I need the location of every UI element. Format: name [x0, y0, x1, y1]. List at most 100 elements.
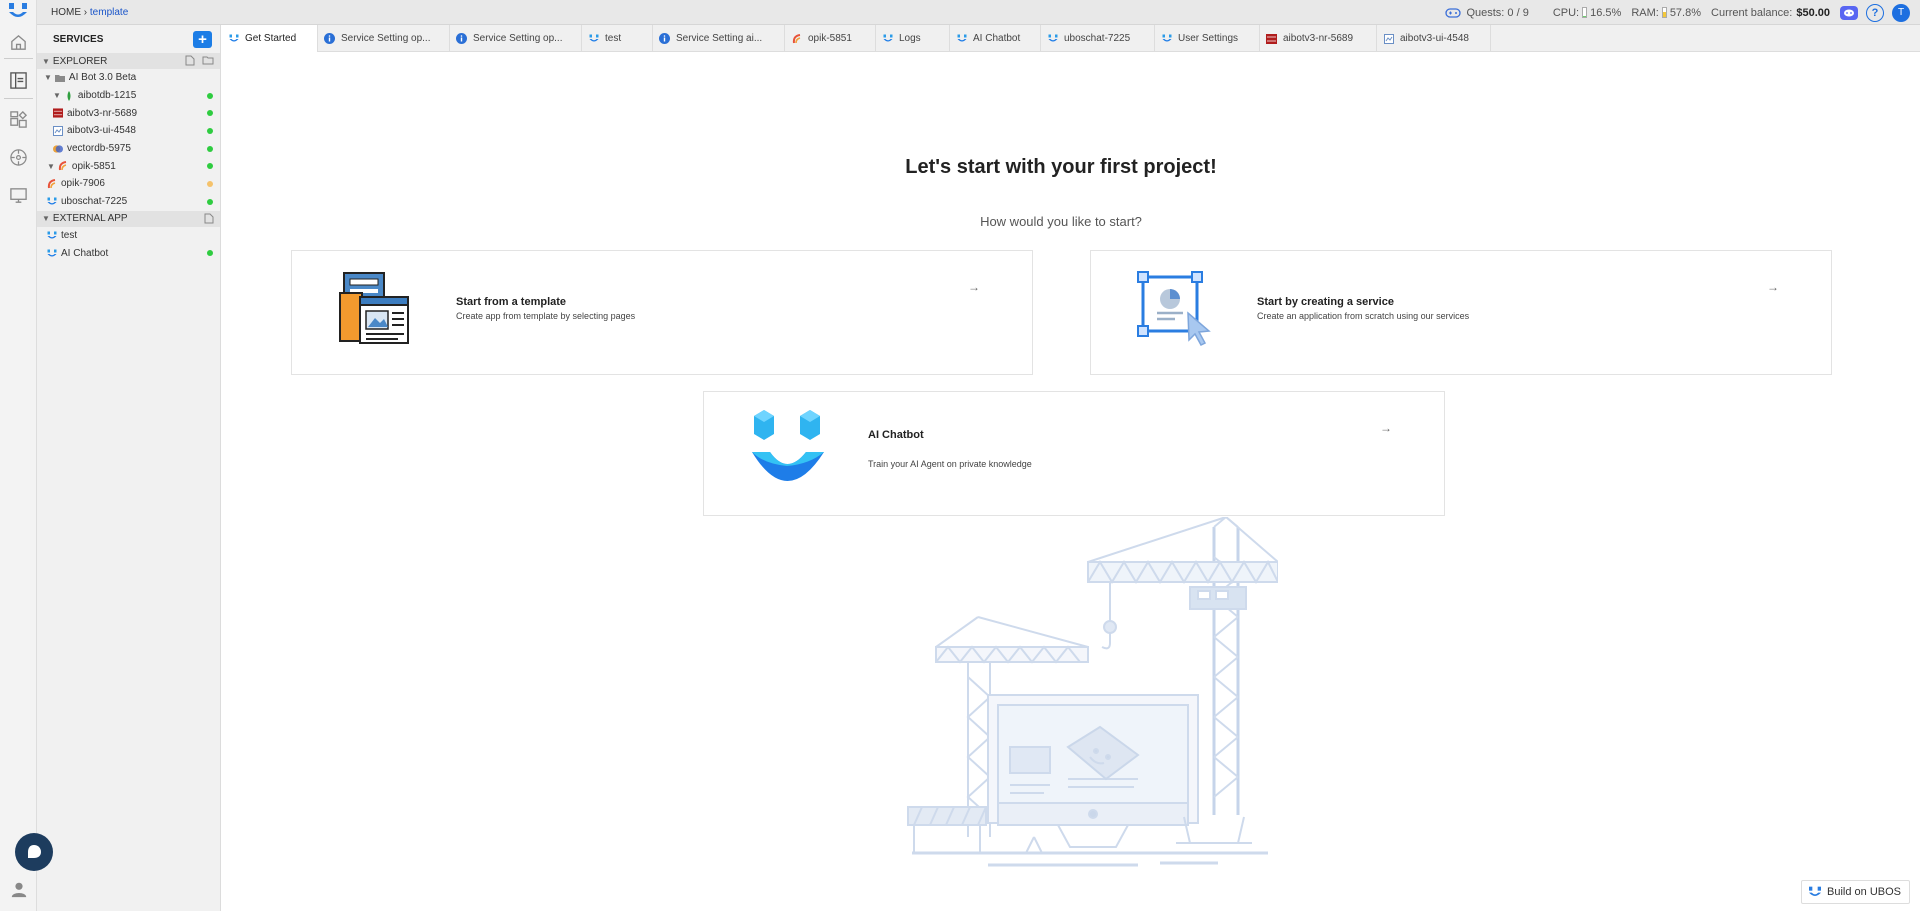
chevron-down-icon: ▼ [53, 91, 61, 101]
avatar[interactable]: T [1892, 3, 1910, 22]
tree-item[interactable]: AI Chatbot [37, 244, 220, 262]
explorer-label: EXPLORER [52, 55, 108, 67]
tab[interactable]: uboschat-7225 [1041, 25, 1155, 52]
external-app-section-header[interactable]: ▼ EXTERNAL APP [37, 210, 220, 227]
tree-item[interactable]: ▼ AI Bot 3.0 Beta [37, 69, 220, 87]
ui-icon [53, 125, 63, 136]
tree-item[interactable]: vectordb-5975 [37, 140, 220, 158]
tree-item[interactable]: opik-7906 [37, 175, 220, 193]
ubos-icon [956, 33, 967, 44]
explorer-section-header[interactable]: ▼ EXPLORER [37, 53, 220, 69]
info-icon [324, 33, 335, 44]
tab[interactable]: Logs [876, 25, 950, 52]
start-from-template-card[interactable]: Start from a template Create app from te… [291, 250, 1033, 375]
new-file-icon[interactable] [204, 213, 214, 224]
ubos-logo-icon[interactable] [8, 2, 28, 20]
tree-item[interactable]: aibotv3-nr-5689 [37, 104, 220, 122]
status-dot [207, 181, 213, 188]
start-by-creating-service-card[interactable]: Start by creating a service Create an ap… [1090, 250, 1832, 375]
template-pages-icon [339, 272, 409, 344]
icon-rail [0, 0, 53, 911]
tree-item-label: aibotdb-1215 [77, 90, 137, 102]
top-bar: HOME › template Quests: 0 / 9 CPU: 16.5%… [37, 0, 1920, 25]
tab[interactable]: Service Setting op... [318, 25, 450, 52]
tab-label: Get Started [245, 33, 297, 44]
tree-item-label: opik-7906 [61, 178, 105, 190]
tab-label: test [605, 33, 622, 44]
balance-indicator: Current balance: $50.00 [1711, 7, 1830, 19]
tree-item[interactable]: test [37, 227, 220, 245]
tab[interactable]: test [582, 25, 653, 52]
sidebar-title: SERVICES [53, 33, 104, 45]
ubos-icon [1047, 33, 1058, 44]
external-app-label: EXTERNAL APP [52, 213, 128, 224]
new-folder-icon[interactable] [202, 55, 214, 65]
opik-icon [791, 33, 802, 44]
cpu-indicator: CPU: 16.5% [1553, 7, 1621, 19]
arrow-right-icon: → [1767, 280, 1779, 294]
tab[interactable]: AI Chatbot [950, 25, 1041, 52]
opik-icon [58, 161, 68, 171]
tab[interactable]: Get Started [222, 25, 318, 52]
tab[interactable]: Service Setting op... [450, 25, 582, 52]
home-icon[interactable] [9, 33, 28, 52]
explorer-icon[interactable] [9, 71, 28, 90]
monitor-icon[interactable] [9, 186, 28, 205]
apps-icon[interactable] [9, 110, 28, 129]
ram-label: RAM: [1631, 6, 1659, 19]
ubos-icon [47, 230, 57, 240]
tree-item-label: aibotv3-nr-5689 [67, 107, 138, 119]
tab-label: aibotv3-nr-5689 [1283, 33, 1354, 44]
create-service-icon [1137, 271, 1211, 346]
chevron-down-icon: ▼ [42, 56, 50, 66]
new-file-icon[interactable] [185, 55, 195, 66]
quests-text: Quests: 0 / 9 [1466, 6, 1529, 19]
ubos-icon [228, 33, 239, 44]
quests-indicator[interactable]: Quests: 0 / 9 [1445, 6, 1529, 19]
vectordb-icon [53, 144, 63, 154]
ai-chatbot-card[interactable]: AI Chatbot Train your AI Agent on privat… [703, 391, 1445, 516]
cpu-value: 16.5% [1590, 6, 1622, 19]
chevron-down-icon: ▼ [44, 73, 52, 83]
tab[interactable]: aibotv3-ui-4548 [1377, 25, 1491, 52]
tab-label: User Settings [1178, 33, 1239, 44]
card-title: Start from a template [456, 296, 567, 308]
help-icon[interactable]: ? [1866, 3, 1884, 22]
tree-item-label: AI Chatbot [61, 247, 109, 259]
gamepad-icon [1445, 7, 1462, 18]
ubos-icon [588, 33, 599, 44]
chat-support-button[interactable] [15, 833, 53, 871]
info-icon [456, 33, 467, 44]
logs-icon [882, 33, 893, 44]
user-icon[interactable] [10, 880, 28, 898]
status-dot [207, 250, 213, 257]
ubos-icon [1161, 33, 1172, 44]
add-service-button[interactable]: + [193, 30, 212, 48]
ui-icon [1383, 33, 1394, 44]
sidebar-header: SERVICES + [37, 25, 220, 53]
tree-item[interactable]: ▼ opik-5851 [37, 157, 220, 175]
tree-item[interactable]: ▼ aibotdb-1215 [37, 87, 220, 105]
discord-icon[interactable] [1840, 5, 1858, 20]
tab[interactable]: Service Setting ai... [653, 25, 785, 52]
tab[interactable]: aibotv3-nr-5689 [1260, 25, 1377, 52]
build-on-ubos-button[interactable]: Build on UBOS [1801, 880, 1910, 904]
status-dot [207, 145, 213, 152]
services-sidebar: SERVICES + ▼ EXPLORER ▼ AI Bot 3.0 Beta ▼ a… [37, 25, 221, 911]
tab-label: AI Chatbot [973, 33, 1021, 44]
tree-item-label: uboschat-7225 [61, 196, 128, 208]
tab[interactable]: opik-5851 [785, 25, 876, 52]
build-on-ubos-label: Build on UBOS [1827, 886, 1901, 898]
settings-atom-icon[interactable] [9, 148, 28, 167]
tree-item[interactable]: aibotv3-ui-4548 [37, 122, 220, 140]
tab[interactable]: User Settings [1155, 25, 1260, 52]
tab-bar: Get Started Service Setting op... Service … [222, 25, 1920, 52]
ram-value: 57.8% [1669, 6, 1702, 19]
info-icon [659, 33, 670, 44]
breadcrumb-home[interactable]: HOME [51, 7, 81, 18]
tree-item[interactable]: uboschat-7225 [37, 193, 220, 211]
folder-icon [54, 73, 65, 83]
balance-label: Current balance: [1711, 6, 1793, 19]
breadcrumb-current[interactable]: template [90, 7, 128, 18]
card-description: Train your AI Agent on private knowledge [868, 459, 1032, 469]
